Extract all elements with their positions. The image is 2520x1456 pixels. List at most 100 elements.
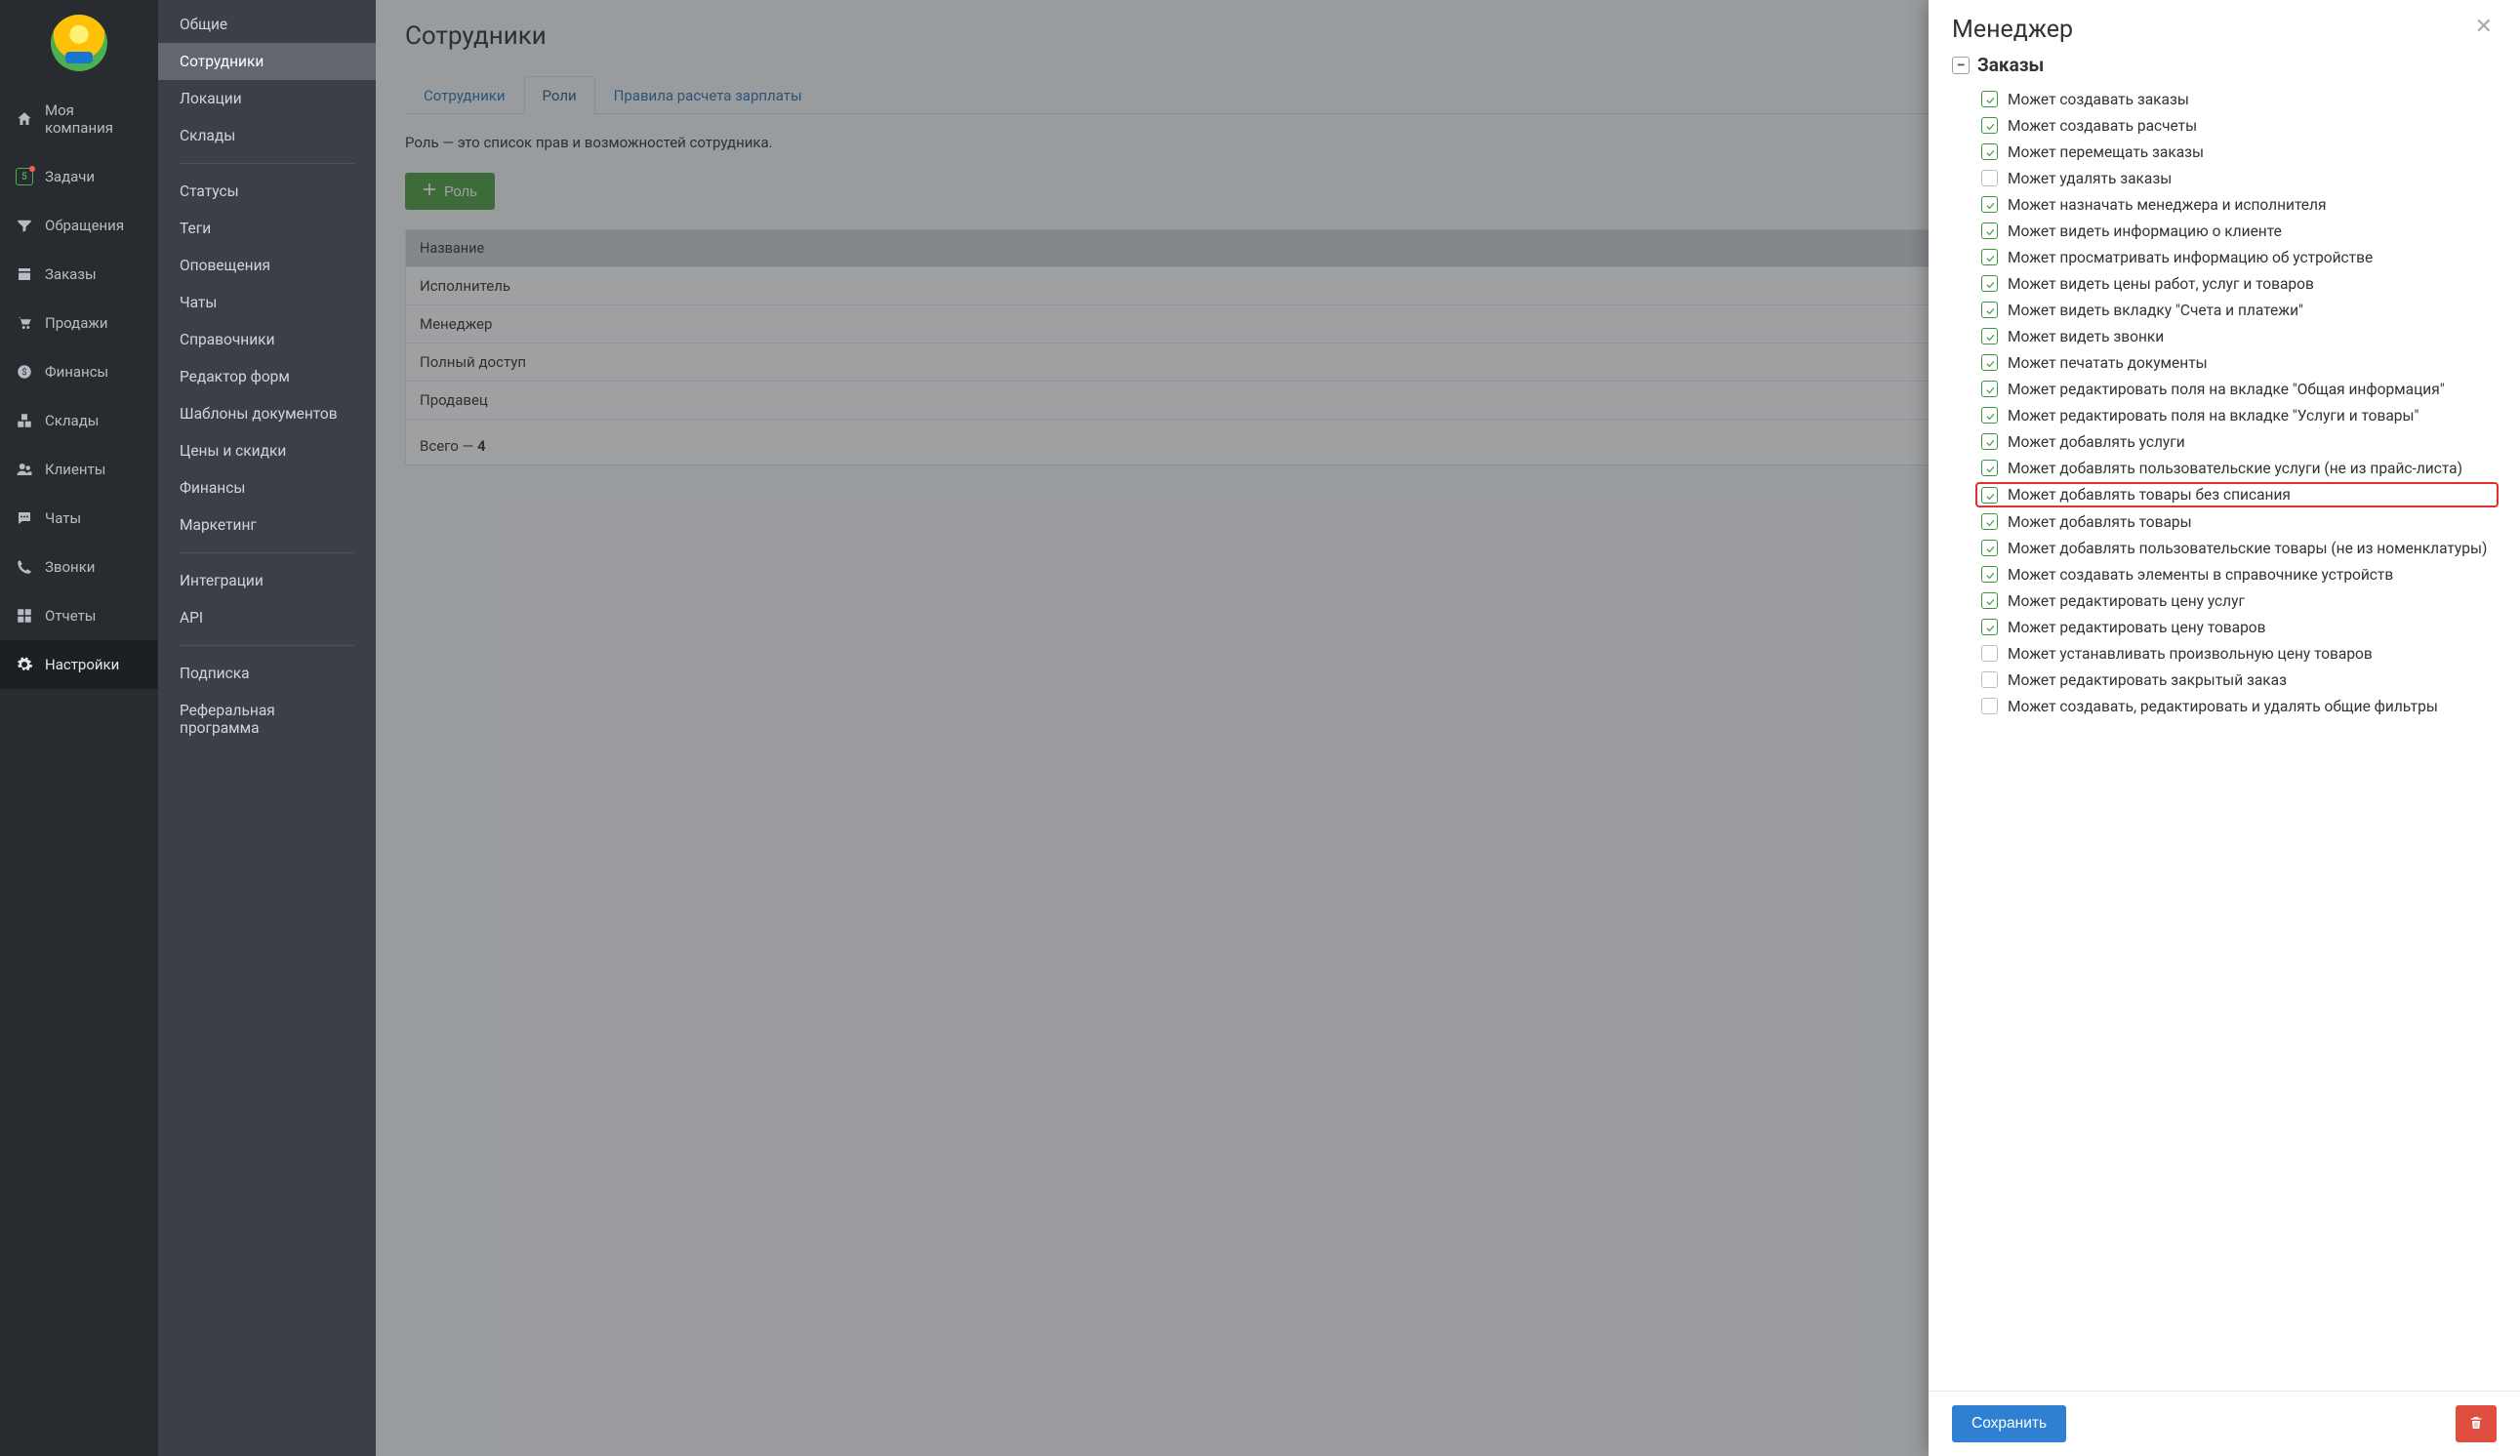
permission-item: Может редактировать цену товаров bbox=[1977, 614, 2497, 640]
nav-item-orders[interactable]: Заказы bbox=[0, 250, 158, 299]
nav-item-label: Продажи bbox=[45, 314, 108, 332]
save-button[interactable]: Сохранить bbox=[1952, 1405, 2066, 1442]
permission-label: Может создавать заказы bbox=[2008, 91, 2189, 108]
permission-checkbox[interactable] bbox=[1981, 222, 1998, 239]
nav-item-calls[interactable]: Звонки bbox=[0, 543, 158, 591]
permission-checkbox[interactable] bbox=[1981, 460, 1998, 476]
permission-item: Может видеть цены работ, услуг и товаров bbox=[1977, 270, 2497, 297]
cart-icon bbox=[16, 314, 33, 332]
subnav-item[interactable]: Реферальная программа bbox=[158, 692, 376, 747]
permission-label: Может создавать элементы в справочнике у… bbox=[2008, 566, 2393, 584]
permission-label: Может редактировать цену товаров bbox=[2008, 619, 2266, 636]
nav-item-finance[interactable]: Финансы bbox=[0, 347, 158, 396]
permission-item: Может видеть информацию о клиенте bbox=[1977, 218, 2497, 244]
permission-checkbox[interactable] bbox=[1981, 381, 1998, 397]
permission-checkbox[interactable] bbox=[1981, 328, 1998, 344]
collapse-toggle[interactable]: − bbox=[1952, 57, 1970, 74]
permission-checkbox[interactable] bbox=[1981, 91, 1998, 107]
permission-item: Может создавать заказы bbox=[1977, 86, 2497, 112]
permission-item: Может назначать менеджера и исполнителя bbox=[1977, 191, 2497, 218]
permission-checkbox[interactable] bbox=[1981, 671, 1998, 688]
permission-checkbox[interactable] bbox=[1981, 354, 1998, 371]
avatar[interactable] bbox=[51, 15, 107, 71]
subnav-item[interactable]: Оповещения bbox=[158, 247, 376, 284]
permission-label: Может создавать расчеты bbox=[2008, 117, 2197, 135]
nav-item-tasks[interactable]: 5Задачи bbox=[0, 152, 158, 201]
permission-checkbox[interactable] bbox=[1981, 249, 1998, 265]
subnav-item[interactable]: Общие bbox=[158, 6, 376, 43]
nav-item-clients[interactable]: Клиенты bbox=[0, 445, 158, 494]
subnav-item[interactable]: Шаблоны документов bbox=[158, 395, 376, 432]
permission-checkbox[interactable] bbox=[1981, 619, 1998, 635]
subnav-item[interactable]: API bbox=[158, 599, 376, 636]
drawer-title: Менеджер bbox=[1952, 16, 2073, 44]
money-icon bbox=[16, 363, 33, 381]
permission-item: Может добавлять товары bbox=[1977, 508, 2497, 535]
permission-item: Может редактировать закрытый заказ bbox=[1977, 667, 2497, 693]
subnav-item[interactable]: Склады bbox=[158, 117, 376, 154]
subnav-item[interactable]: Чаты bbox=[158, 284, 376, 321]
subnav-item[interactable]: Маркетинг bbox=[158, 506, 376, 544]
permission-checkbox[interactable] bbox=[1981, 143, 1998, 160]
permission-checkbox[interactable] bbox=[1981, 302, 1998, 318]
permission-checkbox[interactable] bbox=[1981, 487, 1998, 504]
permission-label: Может добавлять товары без списания bbox=[2008, 486, 2291, 504]
subnav-item[interactable]: Цены и скидки bbox=[158, 432, 376, 469]
nav-item-label: Чаты bbox=[45, 509, 81, 527]
permission-checkbox[interactable] bbox=[1981, 592, 1998, 609]
nav-item-chats[interactable]: Чаты bbox=[0, 494, 158, 543]
close-button[interactable]: ✕ bbox=[2471, 16, 2497, 37]
nav-item-settings[interactable]: Настройки bbox=[0, 640, 158, 689]
subnav-item[interactable]: Финансы bbox=[158, 469, 376, 506]
permission-checkbox[interactable] bbox=[1981, 196, 1998, 213]
permission-checkbox[interactable] bbox=[1981, 566, 1998, 583]
reports-icon bbox=[16, 607, 33, 625]
permission-label: Может видеть звонки bbox=[2008, 328, 2164, 345]
permission-item: Может видеть звонки bbox=[1977, 323, 2497, 349]
permission-checkbox[interactable] bbox=[1981, 513, 1998, 530]
delete-button[interactable] bbox=[2456, 1405, 2497, 1442]
trash-icon bbox=[2468, 1415, 2484, 1434]
subnav-item[interactable]: Теги bbox=[158, 210, 376, 247]
permission-label: Может редактировать поля на вкладке "Общ… bbox=[2008, 381, 2445, 398]
permission-checkbox[interactable] bbox=[1981, 540, 1998, 556]
subnav-item[interactable]: Подписка bbox=[158, 655, 376, 692]
orders-icon bbox=[16, 265, 33, 283]
subnav-item[interactable]: Сотрудники bbox=[158, 43, 376, 80]
permission-item: Может редактировать цену услуг bbox=[1977, 587, 2497, 614]
nav-item-label: Отчеты bbox=[45, 607, 96, 625]
subnav-item[interactable]: Редактор форм bbox=[158, 358, 376, 395]
permission-checkbox[interactable] bbox=[1981, 117, 1998, 134]
permission-item: Может печатать документы bbox=[1977, 349, 2497, 376]
subnav-item[interactable]: Интеграции bbox=[158, 562, 376, 599]
filter-icon bbox=[16, 217, 33, 234]
chat-icon bbox=[16, 509, 33, 527]
nav-item-stock[interactable]: Склады bbox=[0, 396, 158, 445]
perm-group-header: − Заказы bbox=[1952, 54, 2497, 76]
permission-checkbox[interactable] bbox=[1981, 275, 1998, 292]
permission-label: Может удалять заказы bbox=[2008, 170, 2172, 187]
permission-item: Может редактировать поля на вкладке "Общ… bbox=[1977, 376, 2497, 402]
permissions-list: Может создавать заказы Может создавать ра… bbox=[1952, 86, 2497, 719]
subnav-item[interactable]: Локации bbox=[158, 80, 376, 117]
permission-checkbox[interactable] bbox=[1981, 433, 1998, 450]
permission-label: Может перемещать заказы bbox=[2008, 143, 2204, 161]
nav-item-sales[interactable]: Продажи bbox=[0, 299, 158, 347]
nav-item-company[interactable]: Моя компания bbox=[0, 86, 158, 152]
nav-item-reports[interactable]: Отчеты bbox=[0, 591, 158, 640]
permission-item: Может редактировать поля на вкладке "Усл… bbox=[1977, 402, 2497, 428]
permission-checkbox[interactable] bbox=[1981, 698, 1998, 714]
permission-checkbox[interactable] bbox=[1981, 645, 1998, 662]
permission-label: Может назначать менеджера и исполнителя bbox=[2008, 196, 2326, 214]
permission-label: Может видеть вкладку "Счета и платежи" bbox=[2008, 302, 2303, 319]
role-drawer: Менеджер ✕ − Заказы Может создавать зака… bbox=[1929, 0, 2520, 1456]
permission-label: Может добавлять услуги bbox=[2008, 433, 2185, 451]
permission-label: Может добавлять пользовательские услуги … bbox=[2008, 460, 2462, 477]
permission-checkbox[interactable] bbox=[1981, 170, 1998, 186]
permission-checkbox[interactable] bbox=[1981, 407, 1998, 424]
nav-item-leads[interactable]: Обращения bbox=[0, 201, 158, 250]
subnav-item[interactable]: Статусы bbox=[158, 173, 376, 210]
subnav-item[interactable]: Справочники bbox=[158, 321, 376, 358]
nav-item-label: Настройки bbox=[45, 656, 119, 673]
permission-label: Может создавать, редактировать и удалять… bbox=[2008, 698, 2438, 715]
